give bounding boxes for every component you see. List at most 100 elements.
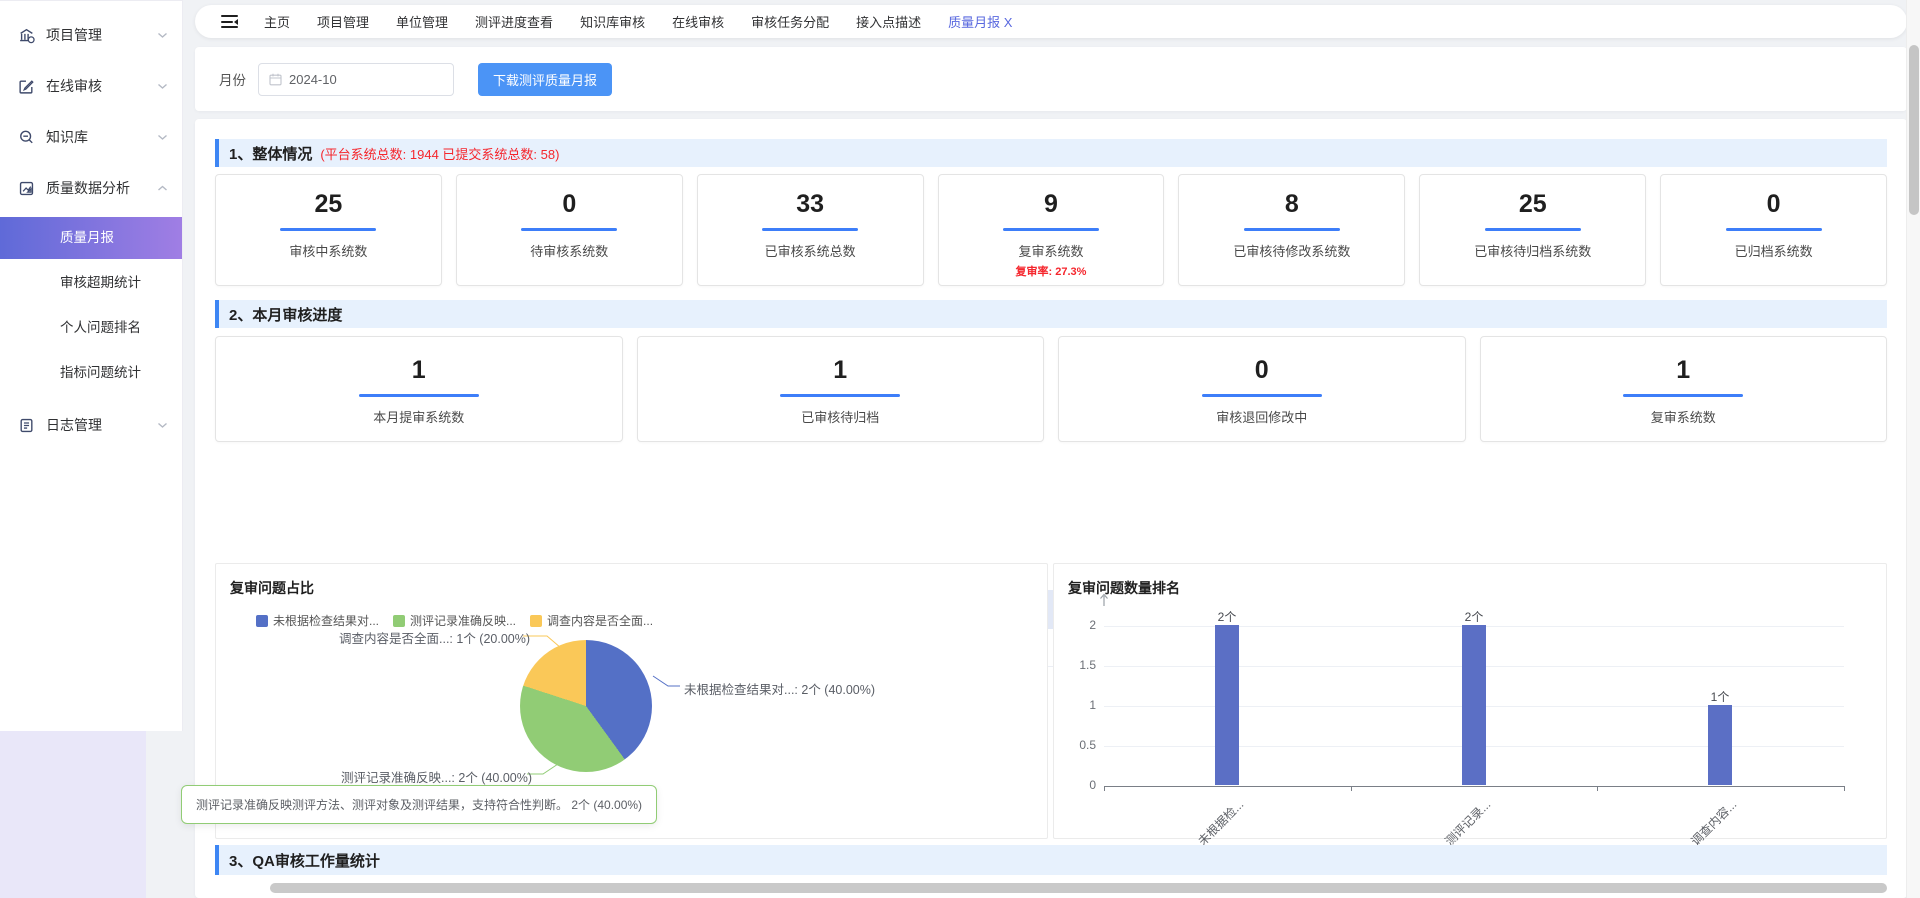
- edit-square-icon: [18, 77, 36, 95]
- monthly-stat-cards: 1 本月提审系统数 1 已审核待归档 0 审核退回修改中 1 复审系统数: [215, 336, 1887, 442]
- stat-card-reviewed-total: 33 已审核系统总数: [697, 174, 924, 286]
- stat-card-to-modify: 8 已审核待修改系统数: [1178, 174, 1405, 286]
- y-tick: 1.5: [1054, 658, 1096, 672]
- x-axis-tick: [1104, 786, 1105, 791]
- sidebar-item-label: 知识库: [46, 127, 157, 147]
- search-book-icon: [18, 128, 36, 146]
- vertical-scrollbar-track[interactable]: [1906, 0, 1920, 898]
- x-axis-tick: [1597, 786, 1598, 791]
- sidebar-subitem-quality-monthly-report[interactable]: 质量月报: [0, 217, 182, 259]
- tab-online-review[interactable]: 在线审核: [672, 12, 724, 31]
- x-axis-tick: [1844, 786, 1845, 791]
- pie-chart: [520, 640, 652, 772]
- chevron-down-icon: [157, 422, 168, 429]
- sidebar-item-label: 项目管理: [46, 25, 157, 45]
- tab-quality-monthly-active[interactable]: 质量月报 X: [948, 12, 1012, 31]
- section-title: 2、本月审核进度: [229, 304, 342, 325]
- sidebar-item-quality-data-analysis[interactable]: 质量数据分析: [0, 171, 182, 205]
- chevron-up-icon: [157, 185, 168, 192]
- stat-card-reviewing: 25 审核中系统数: [215, 174, 442, 286]
- x-category-label: 调查内容...: [1687, 796, 1740, 849]
- legend-swatch: [530, 615, 542, 627]
- pie-label-slice-yellow: 调查内容是否全面...: 1个 (20.00%): [339, 628, 519, 647]
- tab-progress-view[interactable]: 测评进度查看: [475, 12, 553, 31]
- sidebar-item-knowledge-base[interactable]: 知识库: [0, 120, 182, 154]
- sidebar-submenu-quality-data: 质量月报 审核超期统计 个人问题排名 指标问题统计: [0, 217, 182, 394]
- legend-swatch: [393, 615, 405, 627]
- stat-card-month-returned: 0 审核退回修改中: [1058, 336, 1466, 442]
- screen: 项目管理 在线审核 知识库 质量数据分析 质量月报 审核超期统计: [0, 0, 1920, 898]
- pie-label-slice-blue: 未根据检查结果对...: 2个 (40.00%): [684, 679, 875, 698]
- sidebar-item-label: 日志管理: [46, 415, 157, 435]
- tab-home[interactable]: 主页: [264, 12, 290, 31]
- chart-doc-icon: [18, 179, 36, 197]
- sidebar-bottom-decoration: [0, 731, 146, 898]
- sidebar-subitem-personal-issue-ranking[interactable]: 个人问题排名: [0, 307, 182, 349]
- tab-unit-management[interactable]: 单位管理: [396, 12, 448, 31]
- pie-legend: 未根据检查结果对... 测评记录准确反映... 调查内容是否全面...: [256, 612, 653, 629]
- sidebar-subitem-overdue-stats[interactable]: 审核超期统计: [0, 262, 182, 304]
- section-subtitle: (平台系统总数: 1944 已提交系统总数: 58): [320, 144, 559, 163]
- tab-knowledge-review[interactable]: 知识库审核: [580, 12, 645, 31]
- report-panel: 1、整体情况 (平台系统总数: 1944 已提交系统总数: 58) 25 审核中…: [195, 119, 1907, 898]
- sidebar-item-label: 在线审核: [46, 76, 157, 96]
- stat-card-month-re-review: 1 复审系统数: [1480, 336, 1888, 442]
- download-report-button[interactable]: 下载测评质量月报: [478, 63, 612, 96]
- sidebar-item-project-management[interactable]: 项目管理: [0, 18, 182, 52]
- calendar-icon: [269, 73, 282, 86]
- re-review-rate: 复审率: 27.3%: [939, 263, 1164, 279]
- y-axis-arrow-icon: [1098, 592, 1110, 612]
- x-axis-tick: [1351, 786, 1352, 791]
- filter-bar: 月份 2024-10 下载测评质量月报: [195, 47, 1907, 111]
- bar-chart-panel: 复审问题数量排名 2 1.5 1 0.5 0 2个 2个 1个 未根据检...: [1053, 563, 1887, 839]
- bar: [1708, 705, 1732, 785]
- vertical-scrollbar-thumb[interactable]: [1909, 45, 1919, 215]
- pie-label-slice-green: 测评记录准确反映...: 2个 (40.00%): [341, 767, 521, 786]
- bar: [1462, 625, 1486, 785]
- pie-tooltip: 测评记录准确反映测评方法、测评对象及测评结果，支持符合性判断。 2个 (40.0…: [181, 785, 657, 824]
- horizontal-scrollbar-thumb[interactable]: [270, 883, 1887, 893]
- month-value: 2024-10: [289, 72, 337, 87]
- bar-value-label: 1个: [1690, 688, 1750, 705]
- sidebar-item-online-review[interactable]: 在线审核: [0, 69, 182, 103]
- section-header-monthly: 2、本月审核进度: [215, 300, 1887, 328]
- section-header-qa-workload: 3、QA审核工作量统计: [215, 845, 1887, 875]
- bar: [1215, 625, 1239, 785]
- tab-task-assignment[interactable]: 审核任务分配: [751, 12, 829, 31]
- section-header-overall: 1、整体情况 (平台系统总数: 1944 已提交系统总数: 58): [215, 139, 1887, 167]
- bar-value-label: 2个: [1197, 608, 1257, 625]
- stat-card-month-to-archive: 1 已审核待归档: [637, 336, 1045, 442]
- stat-card-to-archive: 25 已审核待归档系统数: [1419, 174, 1646, 286]
- sidebar: 项目管理 在线审核 知识库 质量数据分析 质量月报 审核超期统计: [0, 0, 183, 731]
- legend-item[interactable]: 测评记录准确反映...: [393, 612, 516, 629]
- bank-icon: [18, 26, 36, 44]
- tab-project-management[interactable]: 项目管理: [317, 12, 369, 31]
- month-label: 月份: [219, 69, 246, 89]
- chevron-down-icon: [157, 32, 168, 39]
- month-picker-input[interactable]: 2024-10: [258, 63, 454, 96]
- chevron-down-icon: [157, 134, 168, 141]
- y-tick: 1: [1054, 698, 1096, 712]
- x-axis-line: [1104, 786, 1844, 787]
- section-title: 1、整体情况: [229, 143, 312, 164]
- tab-access-point[interactable]: 接入点描述: [856, 12, 921, 31]
- sidebar-item-label: 质量数据分析: [46, 178, 157, 198]
- x-category-label: 测评记录...: [1441, 796, 1494, 849]
- y-tick: 2: [1054, 618, 1096, 632]
- stat-card-month-submitted: 1 本月提审系统数: [215, 336, 623, 442]
- collapse-menu-icon[interactable]: [221, 15, 238, 28]
- x-category-label: 未根据检...: [1194, 796, 1247, 849]
- section-title: 3、QA审核工作量统计: [229, 850, 380, 871]
- legend-swatch: [256, 615, 268, 627]
- y-tick: 0.5: [1054, 738, 1096, 752]
- pie-chart-panel: 复审问题占比 未根据检查结果对... 测评记录准确反映... 调查内容是否全面.…: [215, 563, 1048, 839]
- stat-card-pending: 0 待审核系统数: [456, 174, 683, 286]
- legend-item[interactable]: 未根据检查结果对...: [256, 612, 379, 629]
- sidebar-subitem-indicator-issue-stats[interactable]: 指标问题统计: [0, 352, 182, 394]
- y-tick: 0: [1054, 778, 1096, 792]
- legend-item[interactable]: 调查内容是否全面...: [530, 612, 653, 629]
- sidebar-item-log-management[interactable]: 日志管理: [0, 408, 182, 442]
- bar-chart-title: 复审问题数量排名: [1068, 578, 1180, 598]
- pie-chart-title: 复审问题占比: [230, 578, 314, 598]
- chevron-down-icon: [157, 83, 168, 90]
